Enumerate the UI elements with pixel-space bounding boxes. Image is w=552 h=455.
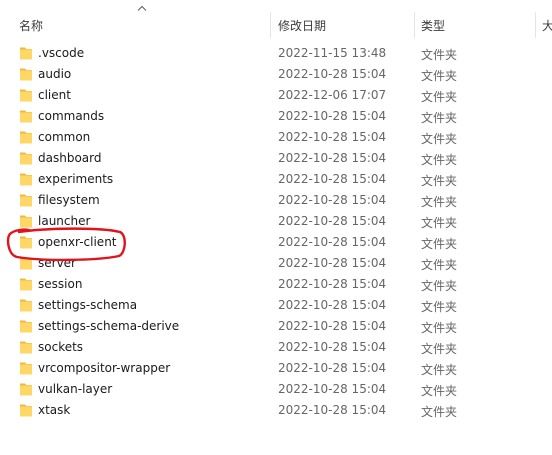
column-divider[interactable] [414,12,415,38]
folder-icon [20,68,32,81]
file-type: 文件夹 [421,111,458,125]
folder-icon [20,299,32,312]
file-row[interactable]: client 2022-12-06 17:07 文件夹 [0,85,470,106]
file-modified-date: 2022-10-28 15:04 [278,298,387,312]
file-name[interactable]: experiments [38,172,113,186]
file-name[interactable]: session [38,277,82,291]
file-name[interactable]: audio [38,67,71,81]
file-type: 文件夹 [421,321,458,335]
folder-icon [20,320,32,333]
folder-icon [20,47,32,60]
file-type: 文件夹 [421,195,458,209]
file-modified-date: 2022-10-28 15:04 [278,361,387,375]
column-header-type[interactable]: 类型 [421,17,445,34]
file-row[interactable]: audio 2022-10-28 15:04 文件夹 [0,64,470,85]
folder-icon [20,110,32,123]
file-modified-date: 2022-10-28 15:04 [278,214,387,228]
file-modified-date: 2022-10-28 15:04 [278,340,387,354]
file-modified-date: 2022-11-15 13:48 [278,46,387,60]
file-type: 文件夹 [421,384,458,398]
file-type: 文件夹 [421,132,458,146]
file-row[interactable]: .vscode 2022-11-15 13:48 文件夹 [0,43,470,64]
file-type: 文件夹 [421,300,458,314]
file-modified-date: 2022-10-28 15:04 [278,256,387,270]
file-row[interactable]: common 2022-10-28 15:04 文件夹 [0,127,470,148]
file-row[interactable]: settings-schema-derive 2022-10-28 15:04 文件… [0,316,470,337]
file-type: 文件夹 [421,342,458,356]
column-header-modified[interactable]: 修改日期 [278,17,326,34]
file-modified-date: 2022-10-28 15:04 [278,235,387,249]
file-name[interactable]: xtask [38,403,70,417]
folder-icon [20,404,32,417]
file-type: 文件夹 [421,363,458,377]
column-divider[interactable] [535,12,536,38]
file-modified-date: 2022-10-28 15:04 [278,109,387,123]
file-modified-date: 2022-10-28 15:04 [278,130,387,144]
file-type: 文件夹 [421,153,458,167]
folder-icon [20,152,32,165]
file-row[interactable]: sockets 2022-10-28 15:04 文件夹 [0,337,470,358]
file-modified-date: 2022-10-28 15:04 [278,319,387,333]
folder-icon [20,194,32,207]
file-type: 文件夹 [421,258,458,272]
file-name[interactable]: settings-schema [38,298,137,312]
file-type: 文件夹 [421,279,458,293]
file-name[interactable]: filesystem [38,193,100,207]
file-row[interactable]: filesystem 2022-10-28 15:04 文件夹 [0,190,470,211]
file-type: 文件夹 [421,237,458,251]
file-modified-date: 2022-10-28 15:04 [278,403,387,417]
file-name[interactable]: .vscode [38,46,84,60]
file-modified-date: 2022-10-28 15:04 [278,277,387,291]
file-modified-date: 2022-10-28 15:04 [278,172,387,186]
file-modified-date: 2022-10-28 15:04 [278,193,387,207]
file-row[interactable]: experiments 2022-10-28 15:04 文件夹 [0,169,470,190]
file-modified-date: 2022-10-28 15:04 [278,382,387,396]
file-row[interactable]: commands 2022-10-28 15:04 文件夹 [0,106,470,127]
file-name[interactable]: vrcompositor-wrapper [38,361,170,375]
folder-icon [20,278,32,291]
file-name[interactable]: client [38,88,71,102]
folder-icon [20,362,32,375]
file-row[interactable]: vulkan-layer 2022-10-28 15:04 文件夹 [0,379,470,400]
folder-icon [20,341,32,354]
file-type: 文件夹 [421,48,458,62]
file-name[interactable]: commands [38,109,104,123]
folder-icon [20,383,32,396]
file-row[interactable]: xtask 2022-10-28 15:04 文件夹 [0,400,470,421]
file-name[interactable]: dashboard [38,151,101,165]
file-row[interactable]: settings-schema 2022-10-28 15:04 文件夹 [0,295,470,316]
file-modified-date: 2022-10-28 15:04 [278,67,387,81]
sort-ascending-icon[interactable] [137,4,147,12]
file-row[interactable]: vrcompositor-wrapper 2022-10-28 15:04 文件夹 [0,358,470,379]
file-row[interactable]: dashboard 2022-10-28 15:04 文件夹 [0,148,470,169]
folder-icon [20,173,32,186]
folder-icon [20,131,32,144]
file-name[interactable]: sockets [38,340,83,354]
column-header-name[interactable]: 名称 [19,17,43,34]
file-modified-date: 2022-10-28 15:04 [278,151,387,165]
column-header-bar: 名称 修改日期 类型 大 [0,0,552,43]
file-row[interactable]: session 2022-10-28 15:04 文件夹 [0,274,470,295]
file-type: 文件夹 [421,90,458,104]
column-divider[interactable] [270,12,271,38]
file-modified-date: 2022-12-06 17:07 [278,88,387,102]
file-type: 文件夹 [421,216,458,230]
file-name[interactable]: vulkan-layer [38,382,112,396]
file-name[interactable]: settings-schema-derive [38,319,179,333]
column-header-size[interactable]: 大 [542,17,552,34]
file-name[interactable]: common [38,130,90,144]
file-type: 文件夹 [421,174,458,188]
file-type: 文件夹 [421,405,458,419]
file-type: 文件夹 [421,69,458,83]
red-annotation-circle [6,227,126,262]
folder-icon [20,89,32,102]
